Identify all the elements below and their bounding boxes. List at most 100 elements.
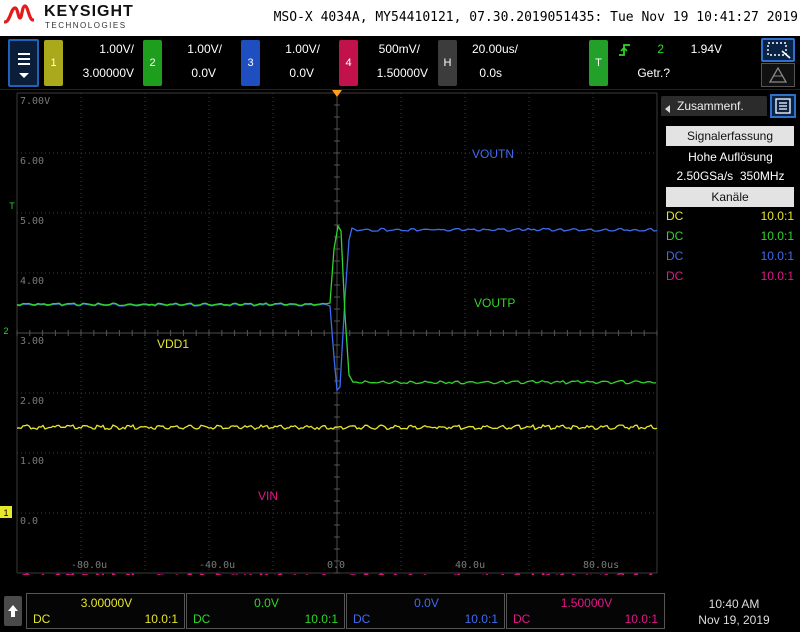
math-symbol-button[interactable]: [761, 63, 795, 87]
channel-2-info-box[interactable]: 0.0V DC 10.0:1: [186, 593, 345, 629]
delta-icon: [768, 66, 788, 83]
y-axis-label: 0.0: [20, 516, 38, 527]
zoom-icon: [767, 42, 791, 59]
channel-2-info-offset: 0.0V: [254, 596, 279, 610]
channel-2-info-coupling: DC: [193, 612, 211, 626]
channel-2-probe: 10.0:1: [760, 229, 794, 243]
channel-1-info-box[interactable]: 3.00000V DC 10.0:1: [26, 593, 185, 629]
channel-3-probe: 10.0:1: [760, 249, 794, 263]
sample-rate-bandwidth: 2.50GSa/s 350MHz: [661, 169, 800, 183]
trace-label: VIN: [258, 489, 278, 503]
arrow-up-icon: [8, 605, 18, 617]
channel-4-info-box[interactable]: 1.50000V DC 10.0:1: [506, 593, 665, 629]
trigger-button[interactable]: T: [589, 40, 608, 86]
trigger-level-marker[interactable]: T: [6, 200, 18, 212]
channel-2-coupling: DC: [666, 229, 684, 243]
x-axis-label: 80.0us: [583, 560, 619, 571]
channel-4-summary-row: DC 10.0:1: [666, 266, 794, 286]
channel-2-scale: 1.00V/: [187, 42, 222, 56]
brand-name: KEYSIGHT: [44, 3, 134, 20]
channel-1-button[interactable]: 1: [44, 40, 63, 86]
channel-2-ground-marker[interactable]: 2: [0, 325, 12, 337]
main-menu-button[interactable]: [8, 39, 39, 87]
channel-1-scale: 1.00V/: [99, 42, 134, 56]
channel-1-probe: 10.0:1: [760, 209, 794, 223]
rising-edge-icon: [619, 44, 630, 56]
trigger-level: 1.94V: [690, 42, 722, 56]
channel-3-scale: 1.00V/: [285, 42, 320, 56]
keysight-logo: KEYSIGHT TECHNOLOGIES: [4, 2, 144, 32]
trace-label: VOUTN: [472, 147, 514, 161]
y-axis-label: 6.00: [20, 156, 44, 167]
clock-time: 10:40 AM: [708, 597, 760, 611]
channel-3-info-box[interactable]: 0.0V DC 10.0:1: [346, 593, 505, 629]
channel-3-offset: 0.0V: [289, 66, 314, 80]
summary-panel: Zusammenf. Signalerfassung Hohe Auflösun…: [661, 92, 800, 292]
x-axis-label: 0.0: [327, 560, 345, 571]
y-axis-label: 7.00V: [20, 96, 50, 107]
bandwidth: 350MHz: [739, 169, 785, 183]
horizontal-delay: 0.0s: [479, 66, 502, 80]
channel-1-ground-marker[interactable]: 1: [0, 506, 12, 518]
y-axis-label: 5.00: [20, 216, 44, 227]
zoom-button[interactable]: [761, 38, 795, 62]
channel-1-info-offset: 3.00000V: [80, 596, 133, 610]
scroll-up-button[interactable]: [4, 596, 22, 626]
y-axis-label: 3.00: [20, 336, 44, 347]
channel-3-info-offset: 0.0V: [414, 596, 439, 610]
channel-4-info-coupling: DC: [513, 612, 531, 626]
sample-rate: 2.50GSa/s: [676, 169, 734, 183]
tab-summary-label: Zusammenf.: [677, 99, 744, 113]
y-axis-label: 1.00: [20, 456, 44, 467]
channel-1-info-probe: 10.0:1: [144, 612, 178, 626]
chevron-down-icon: [19, 73, 29, 78]
acquisition-mode: Hohe Auflösung: [688, 150, 773, 164]
trace-label: VDD1: [157, 337, 189, 351]
tab-summary[interactable]: Zusammenf.: [661, 96, 767, 116]
channels-button[interactable]: Kanäle: [666, 187, 794, 207]
channel-1-coupling: DC: [666, 209, 684, 223]
acquisition-button[interactable]: Signalerfassung: [666, 126, 794, 146]
trace-label: VOUTP: [474, 296, 515, 310]
channel-4-coupling: DC: [666, 269, 684, 283]
channel-4-button[interactable]: 4: [339, 40, 358, 86]
horizontal-scale: 20.00us/: [471, 42, 518, 56]
channel-3-info-coupling: DC: [353, 612, 371, 626]
clock-date: Nov 19, 2019: [698, 613, 770, 627]
panel-list-button[interactable]: [770, 94, 796, 118]
graticule-grid: [16, 90, 658, 574]
channel-4-info-offset: 1.50000V: [560, 596, 613, 610]
channel-1-offset: 3.00000V: [82, 66, 134, 80]
x-axis-label: 40.0u: [455, 560, 485, 571]
channel-4-offset: 1.50000V: [376, 66, 428, 80]
brand-subtitle: TECHNOLOGIES: [45, 21, 127, 30]
channel-2-button[interactable]: 2: [143, 40, 162, 86]
list-icon: [775, 98, 791, 114]
channel-3-info-probe: 10.0:1: [464, 612, 498, 626]
channel-3-summary-row: DC 10.0:1: [666, 246, 794, 266]
channel-2-summary-row: DC 10.0:1: [666, 226, 794, 246]
trigger-source: 2: [657, 42, 664, 56]
x-axis-label: -80.0u: [71, 560, 107, 571]
keysight-wave-icon: [4, 4, 34, 24]
channel-4-scale: 500mV/: [378, 42, 420, 56]
channel-2-info-probe: 10.0:1: [304, 612, 338, 626]
channel-1-summary-row: DC 10.0:1: [666, 206, 794, 226]
horizontal-button[interactable]: H: [438, 40, 457, 86]
waveform-display[interactable]: 7.00V 6.00 5.00 4.00 3.00 2.00 1.00 0.0 -80.0u -4…: [0, 90, 660, 575]
channel-3-button[interactable]: 3: [241, 40, 260, 86]
trigger-status: Getr.?: [637, 66, 670, 80]
channel-3-coupling: DC: [666, 249, 684, 263]
channel-4-info-probe: 10.0:1: [624, 612, 658, 626]
y-axis-label: 4.00: [20, 276, 44, 287]
collapse-arrow-icon: [665, 105, 670, 113]
instrument-status-line: MSO-X 4034A, MY54410121, 07.30.201905143…: [273, 10, 798, 25]
x-axis-label: -40.0u: [199, 560, 235, 571]
channel-1-info-coupling: DC: [33, 612, 51, 626]
vin-trace: [22, 572, 653, 575]
y-axis-label: 2.00: [20, 396, 44, 407]
title-bar: KEYSIGHT TECHNOLOGIES MSO-X 4034A, MY544…: [0, 0, 800, 36]
control-bar: 1 1.00V/ 3.00000V 2 1.00V/ 0.0V 3 1.00V/…: [0, 36, 800, 90]
bottom-bar: 3.00000V DC 10.0:1 0.0V DC 10.0:1 0.0V D…: [0, 590, 800, 632]
channel-2-offset: 0.0V: [191, 66, 216, 80]
